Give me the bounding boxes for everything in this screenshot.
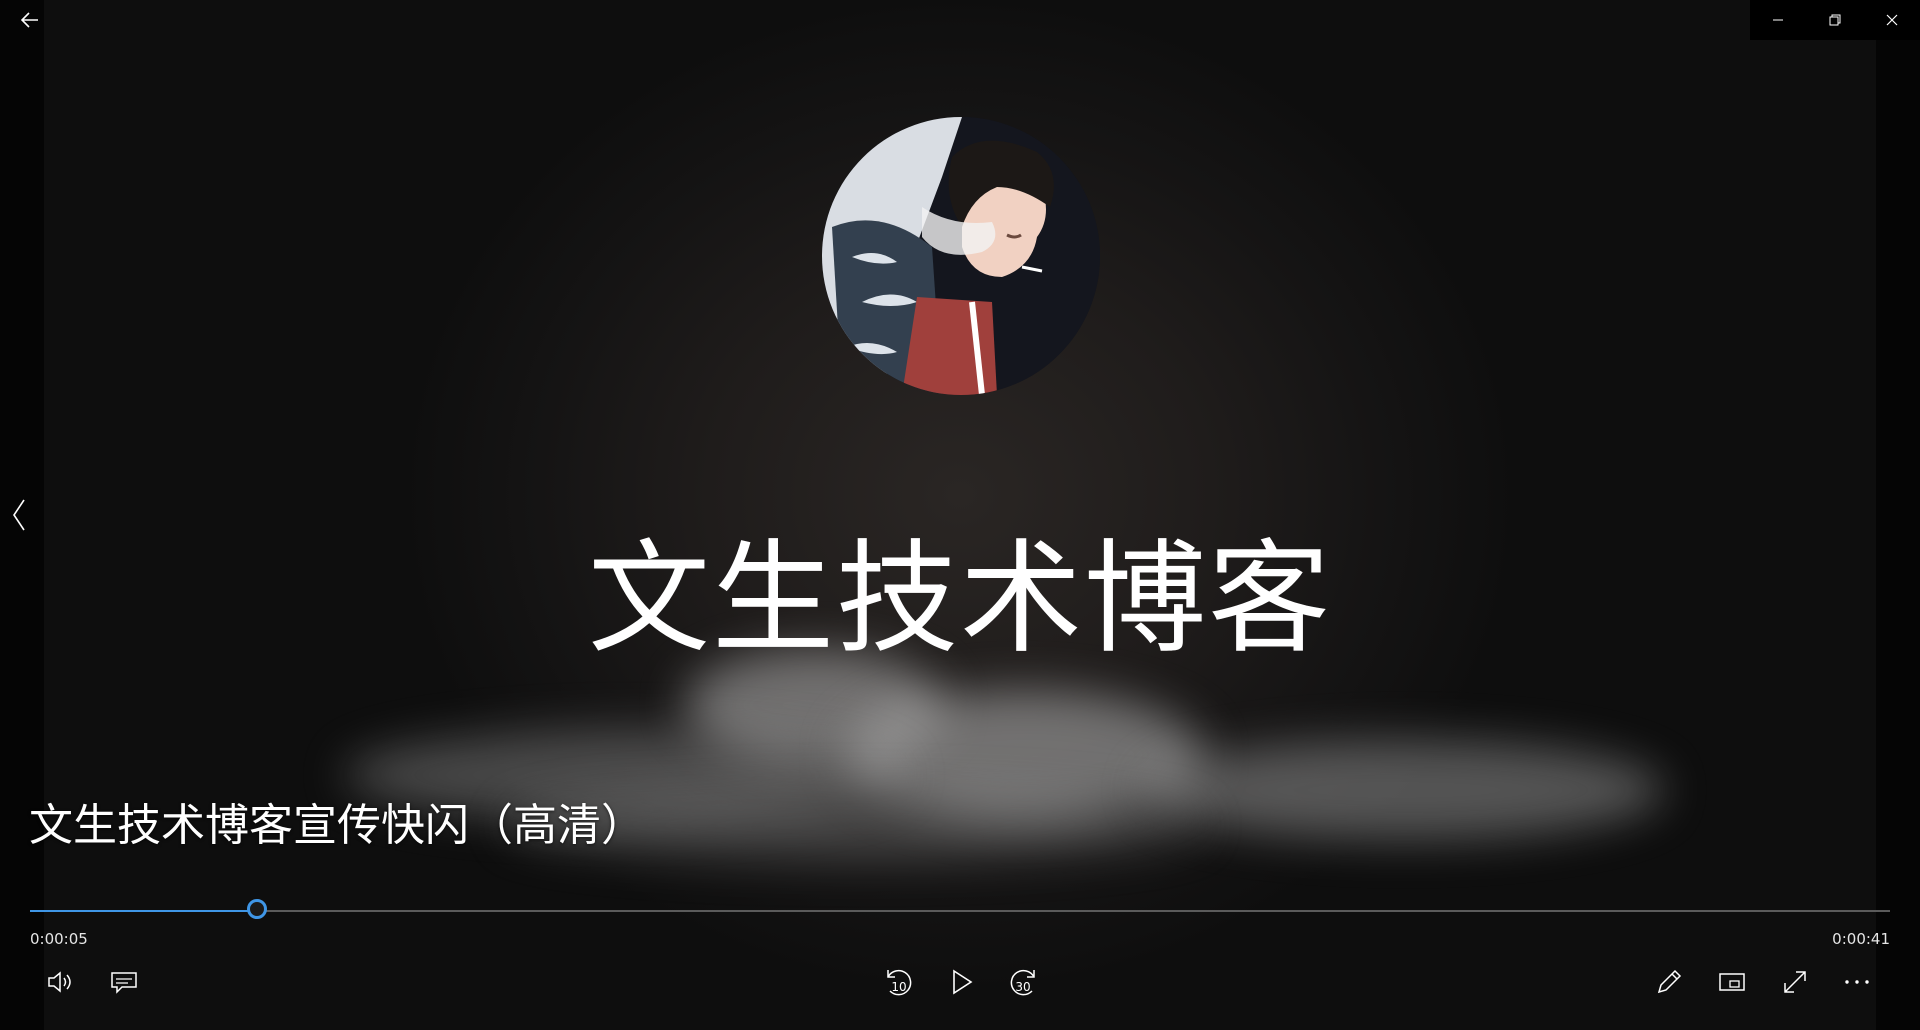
skip-back-10-icon[interactable]: 10: [879, 963, 917, 1001]
subtitles-icon[interactable]: [107, 965, 141, 999]
skip-back-label: 10: [891, 980, 906, 994]
mini-view-icon[interactable]: [1715, 965, 1749, 999]
more-icon[interactable]: [1840, 965, 1874, 999]
close-icon[interactable]: [1863, 0, 1920, 40]
video-player-window: 文生技术博客 文生技术博客宣传快闪（高清） 0:00:05 0:00:41 10…: [0, 0, 1920, 1030]
skip-forward-30-icon[interactable]: 30: [1005, 963, 1043, 1001]
video-logo-title: 文生技术博客: [588, 528, 1332, 670]
media-title: 文生技术博客宣传快闪（高清）: [29, 800, 645, 851]
current-time: 0:00:05: [30, 930, 88, 948]
volume-icon[interactable]: [44, 965, 78, 999]
fullscreen-icon[interactable]: [1778, 965, 1812, 999]
play-icon[interactable]: [943, 963, 981, 1001]
seek-bar-progress: [30, 910, 257, 912]
restore-icon[interactable]: [1807, 0, 1864, 40]
smoke-decoration: [1144, 740, 1664, 840]
back-arrow-icon[interactable]: [14, 4, 46, 36]
window-controls: [1750, 0, 1920, 40]
seek-bar-track[interactable]: [30, 910, 1890, 912]
seek-bar-thumb[interactable]: [247, 899, 267, 919]
total-time: 0:00:41: [1832, 930, 1890, 948]
skip-forward-label: 30: [1015, 980, 1030, 994]
minimize-icon[interactable]: [1750, 0, 1807, 40]
avatar-illustration: [822, 117, 1100, 395]
pencil-icon[interactable]: [1652, 965, 1686, 999]
chevron-left-icon[interactable]: [6, 495, 32, 535]
